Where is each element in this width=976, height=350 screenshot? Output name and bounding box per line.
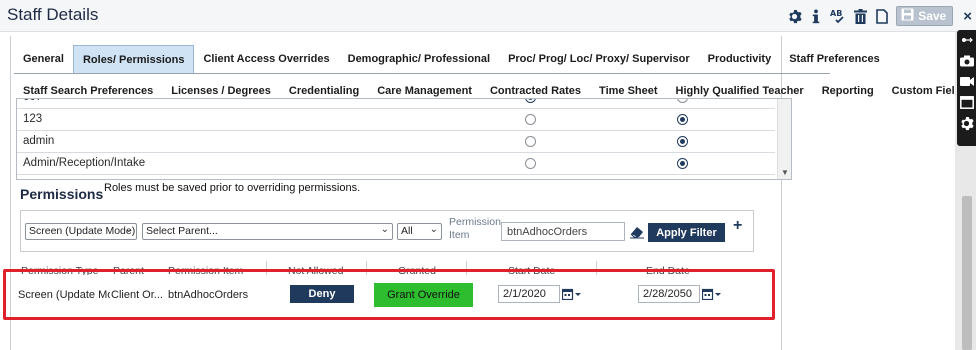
- chevron-down-icon: ⌄: [380, 224, 389, 235]
- role-radio-left[interactable]: [525, 158, 536, 169]
- granted-filter-select[interactable]: All ⌄: [397, 223, 442, 240]
- role-label: Admin/Reception/Intake: [23, 157, 146, 169]
- share-icon[interactable]: [959, 32, 974, 47]
- floppy-disk-icon: [901, 8, 914, 24]
- close-icon[interactable]: ×: [963, 8, 972, 25]
- save-label: Save: [918, 9, 947, 23]
- role-label: 123: [23, 113, 43, 125]
- granted-filter-value: All: [401, 225, 413, 237]
- permission-type-value: Screen (Update Mode): [29, 225, 136, 237]
- list-scrollbar[interactable]: ▼: [777, 99, 791, 179]
- role-radio-left[interactable]: [525, 114, 536, 125]
- role-label: 007: [23, 99, 42, 103]
- list-item: 007: [17, 99, 775, 109]
- parent-value: Select Parent...: [146, 225, 218, 237]
- role-radio-right[interactable]: [677, 158, 688, 169]
- list-item: 123: [17, 109, 775, 131]
- video-icon[interactable]: [959, 74, 974, 89]
- permission-item-label-line1: Permission: [449, 216, 501, 228]
- header-bar: Staff Details AB Save ×: [0, 0, 976, 32]
- list-item: admin: [17, 131, 775, 153]
- tab-general[interactable]: General: [14, 45, 73, 73]
- window-icon[interactable]: [959, 95, 974, 110]
- role-radio-right[interactable]: [677, 99, 688, 103]
- permission-item-input[interactable]: btnAdhocOrders: [501, 222, 625, 241]
- tab-reporting[interactable]: Reporting: [813, 80, 883, 102]
- tab-staff-preferences[interactable]: Staff Preferences: [780, 45, 889, 73]
- role-label: admin: [23, 135, 55, 147]
- gear-icon[interactable]: [786, 8, 802, 24]
- toolbar: AB Save ×: [786, 5, 976, 27]
- tab-roles-permissions[interactable]: Roles/ Permissions: [72, 45, 195, 73]
- permissions-filter: Screen (Update Mode) ⌄ Select Parent... …: [20, 210, 754, 252]
- permissions-title: Permissions: [20, 186, 104, 202]
- role-radio-left[interactable]: [525, 136, 536, 147]
- trash-icon[interactable]: [852, 8, 868, 24]
- new-document-icon[interactable]: [874, 8, 890, 24]
- page-title: Staff Details: [7, 5, 99, 24]
- tabs-row-primary: General Roles/ Permissions Client Access…: [14, 45, 880, 74]
- permission-item-label-line2: Item: [449, 229, 470, 241]
- camera-icon[interactable]: [959, 53, 974, 68]
- permissions-note: Roles must be saved prior to overriding …: [104, 182, 361, 194]
- tab-productivity[interactable]: Productivity: [699, 45, 781, 73]
- role-radio-right[interactable]: [677, 136, 688, 147]
- add-icon[interactable]: +: [733, 217, 742, 235]
- settings-gear-icon[interactable]: [959, 116, 974, 131]
- svg-text:AB: AB: [830, 9, 842, 18]
- parent-select[interactable]: Select Parent... ⌄: [142, 223, 393, 240]
- role-radio-left[interactable]: [525, 99, 536, 103]
- roles-list: 007 123 admin Admin/Reception/Intake ▼: [16, 98, 792, 180]
- highlight-annotation: [3, 269, 775, 320]
- eraser-icon[interactable]: [629, 225, 645, 239]
- tab-client-access-overrides[interactable]: Client Access Overrides: [194, 45, 338, 73]
- page-scrollbar-thumb[interactable]: [962, 196, 972, 350]
- tab-proc-prog-loc-proxy-supervisor[interactable]: Proc/ Prog/ Loc/ Proxy/ Supervisor: [499, 45, 699, 73]
- tab-demographic-professional[interactable]: Demographic/ Professional: [339, 45, 499, 73]
- permission-item-label: Permission Item: [449, 216, 501, 242]
- apply-filter-button[interactable]: Apply Filter: [648, 223, 725, 242]
- permission-type-select[interactable]: Screen (Update Mode) ⌄: [25, 223, 137, 240]
- spellcheck-icon[interactable]: AB: [830, 8, 846, 24]
- floating-toolbar: [957, 30, 976, 146]
- role-radio-right[interactable]: [677, 114, 688, 125]
- chevron-down-icon: ⌄: [124, 224, 133, 235]
- scroll-down-arrow-icon[interactable]: ▼: [781, 168, 789, 177]
- save-button[interactable]: Save: [896, 6, 954, 26]
- info-icon[interactable]: [808, 8, 824, 24]
- chevron-down-icon: ⌄: [429, 224, 438, 235]
- list-item: Admin/Reception/Intake: [17, 153, 775, 175]
